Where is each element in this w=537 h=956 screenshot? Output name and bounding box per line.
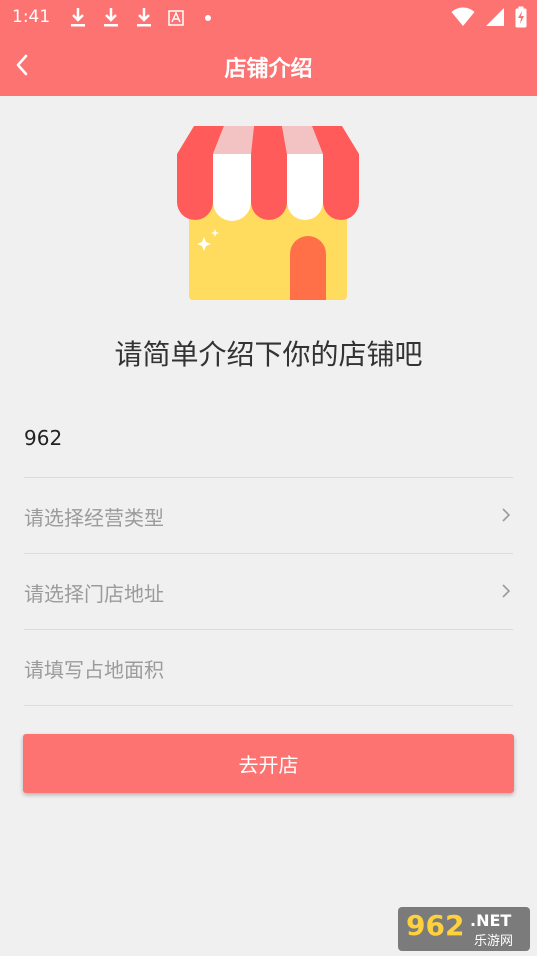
dot-icon bbox=[205, 15, 211, 21]
business-type-placeholder: 请选择经营类型 bbox=[24, 506, 164, 530]
download-icon bbox=[103, 7, 119, 33]
battery-charging-icon bbox=[515, 6, 527, 32]
status-bar: 1:41 bbox=[0, 0, 537, 36]
status-time: 1:41 bbox=[12, 7, 51, 27]
watermark-net: .NET bbox=[470, 911, 512, 930]
store-name-value[interactable]: 962 bbox=[24, 426, 62, 450]
area-field[interactable]: 请填写占地面积 bbox=[24, 630, 513, 706]
wifi-icon bbox=[451, 7, 475, 31]
shop-form: 962 请选择经营类型 请选择门店地址 请填写占地面积 bbox=[24, 402, 513, 706]
chevron-right-icon bbox=[499, 506, 513, 524]
app-bar: 店铺介绍 bbox=[0, 36, 537, 96]
store-name-field[interactable]: 962 bbox=[24, 402, 513, 478]
watermark-logo: 962 .NET 乐游网 bbox=[398, 907, 530, 951]
status-icons bbox=[451, 6, 527, 32]
open-shop-button[interactable]: 去开店 bbox=[23, 734, 514, 793]
store-address-select[interactable]: 请选择门店地址 bbox=[24, 554, 513, 630]
page-title: 店铺介绍 bbox=[224, 57, 313, 82]
download-icon bbox=[136, 7, 152, 33]
signal-icon bbox=[485, 7, 505, 31]
chevron-right-icon bbox=[499, 582, 513, 600]
watermark-site: 乐游网 bbox=[474, 934, 514, 949]
shop-icon bbox=[176, 124, 360, 302]
download-icon bbox=[70, 7, 86, 33]
store-address-placeholder: 请选择门店地址 bbox=[24, 582, 164, 606]
headline: 请简单介绍下你的店铺吧 bbox=[114, 338, 423, 371]
area-placeholder: 请填写占地面积 bbox=[24, 658, 164, 682]
business-type-select[interactable]: 请选择经营类型 bbox=[24, 478, 513, 554]
text-icon bbox=[168, 10, 184, 30]
watermark-number: 962 bbox=[406, 909, 465, 942]
